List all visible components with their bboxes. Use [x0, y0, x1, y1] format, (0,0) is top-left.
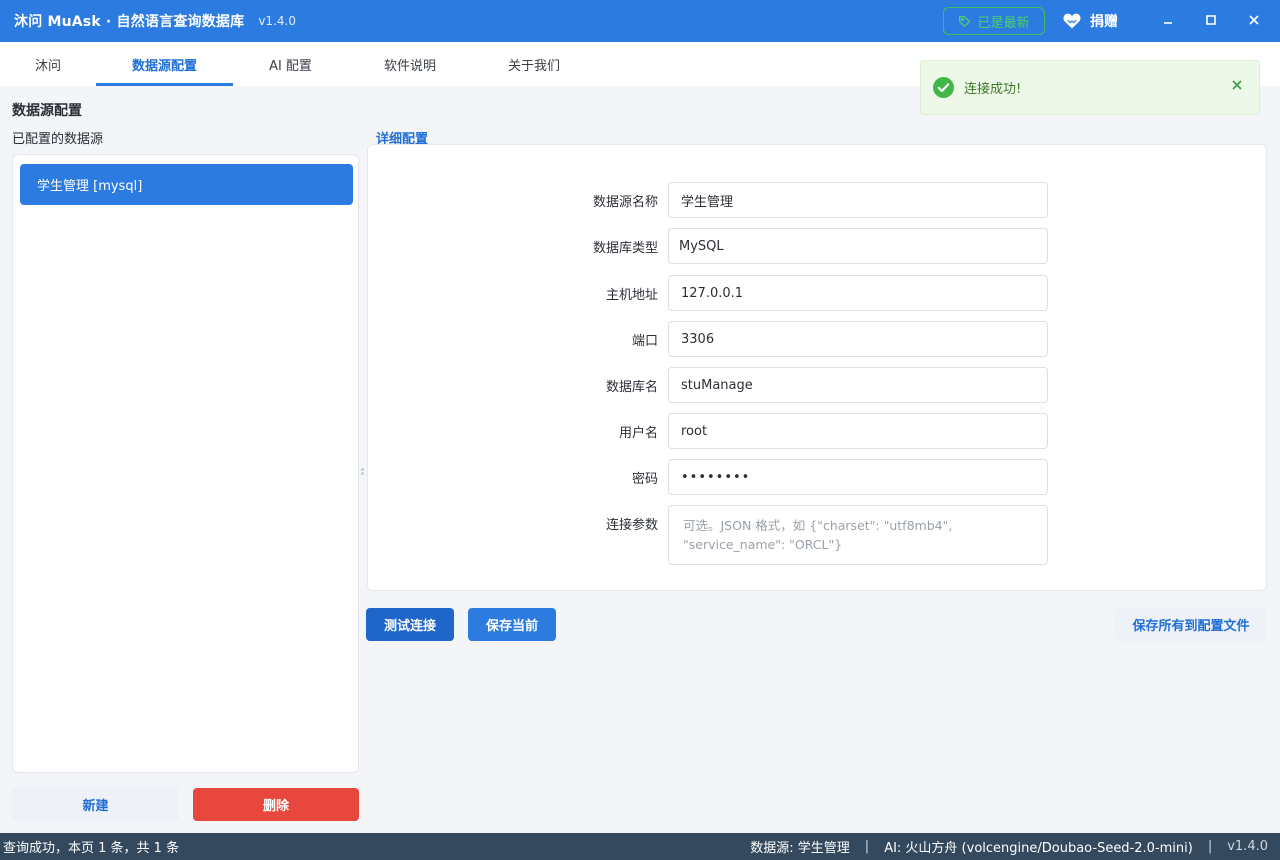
host-input[interactable]: 127.0.0.1 — [668, 275, 1048, 311]
datasource-list: 学生管理 [mysql] — [12, 154, 359, 773]
field-label-type: 数据库类型 — [592, 241, 658, 256]
page-title: 数据源配置 — [12, 103, 82, 119]
ai-model-status: AI: 火山方舟 (volcengine/Doubao-Seed-2.0-min… — [884, 841, 1193, 856]
check-circle-icon — [933, 77, 954, 98]
heart-hands-icon — [1063, 13, 1081, 29]
password-input[interactable]: •••••••• — [668, 459, 1048, 495]
maximize-icon — [1206, 15, 1216, 25]
field-label-database: 数据库名 — [605, 380, 658, 395]
close-window-button[interactable] — [1242, 8, 1266, 32]
status-right-group: 数据源: 学生管理 | AI: 火山方舟 (volcengine/Doubao-… — [750, 837, 1268, 856]
save-current-button[interactable]: 保存当前 — [468, 608, 556, 641]
current-datasource-status: 数据源: 学生管理 — [750, 841, 850, 856]
title-bar: 沐问 MuAsk · 自然语言查询数据库 v1.4.0 已是最新 捐赠 — [0, 0, 1280, 42]
donate-label: 捐赠 — [1090, 14, 1118, 30]
tag-icon — [959, 15, 971, 27]
field-label-port: 端口 — [631, 334, 658, 349]
save-all-to-config-button[interactable]: 保存所有到配置文件 — [1115, 608, 1267, 641]
username-input[interactable]: root — [668, 413, 1048, 449]
tab-datasource-config[interactable]: 数据源配置 — [96, 42, 233, 86]
close-icon — [1249, 15, 1259, 25]
connection-params-textarea[interactable]: 可选。JSON 格式，如 {"charset": "utf8mb4", "ser… — [668, 505, 1048, 565]
list-item[interactable]: 学生管理 [mysql] — [20, 164, 353, 205]
query-status-text: 查询成功，本页 1 条，共 1 条 — [3, 841, 180, 856]
update-status-badge[interactable]: 已是最新 — [943, 7, 1045, 35]
field-label-password: 密码 — [631, 472, 658, 487]
panel-splitter-handle[interactable] — [361, 468, 365, 478]
tab-software-guide[interactable]: 软件说明 — [348, 42, 472, 86]
close-icon[interactable] — [1231, 79, 1243, 91]
tab-about-us[interactable]: 关于我们 — [472, 42, 596, 86]
status-bar: 查询成功，本页 1 条，共 1 条 数据源: 学生管理 | AI: 火山方舟 (… — [0, 833, 1280, 860]
tab-ai-config[interactable]: AI 配置 — [233, 42, 348, 86]
status-separator: | — [1207, 839, 1213, 854]
tab-label: 数据源配置 — [131, 58, 197, 74]
database-name-input[interactable]: stuManage — [668, 367, 1048, 403]
tab-label: 沐问 — [34, 58, 61, 74]
new-datasource-button[interactable]: 新建 — [12, 788, 179, 821]
app-version: v1.4.0 — [258, 14, 296, 28]
datasource-name-input[interactable]: 学生管理 — [668, 182, 1048, 218]
delete-datasource-button[interactable]: 删除 — [193, 788, 359, 821]
update-status-label: 已是最新 — [977, 15, 1030, 31]
minimize-button[interactable] — [1156, 8, 1180, 32]
maximize-button[interactable] — [1199, 8, 1223, 32]
field-label-name: 数据源名称 — [592, 195, 658, 210]
detail-config-panel: 数据源名称 学生管理 数据库类型 MySQL 主机地址 127.0.0.1 端口… — [367, 144, 1267, 591]
test-connection-button[interactable]: 测试连接 — [366, 608, 454, 641]
toast-message: 连接成功! — [964, 82, 1022, 97]
tab-muask[interactable]: 沐问 — [0, 42, 96, 86]
tab-label: 软件说明 — [383, 58, 436, 74]
app-title: 沐问 MuAsk · 自然语言查询数据库 — [14, 14, 245, 30]
field-label-params: 连接参数 — [605, 518, 658, 533]
datasource-item-label: 学生管理 [mysql] — [37, 179, 143, 194]
tab-label: 关于我们 — [507, 58, 560, 74]
tab-label: AI 配置 — [269, 58, 312, 74]
field-label-username: 用户名 — [618, 426, 658, 441]
status-separator: | — [864, 839, 870, 854]
minimize-icon — [1164, 22, 1172, 24]
version-status: v1.4.0 — [1227, 839, 1268, 854]
field-label-host: 主机地址 — [605, 288, 658, 303]
donate-button[interactable]: 捐赠 — [1062, 9, 1118, 33]
success-toast: 连接成功! — [920, 60, 1260, 115]
database-type-select[interactable]: MySQL — [668, 228, 1048, 264]
port-input[interactable]: 3306 — [668, 321, 1048, 357]
datasource-list-label: 已配置的数据源 — [12, 132, 104, 147]
